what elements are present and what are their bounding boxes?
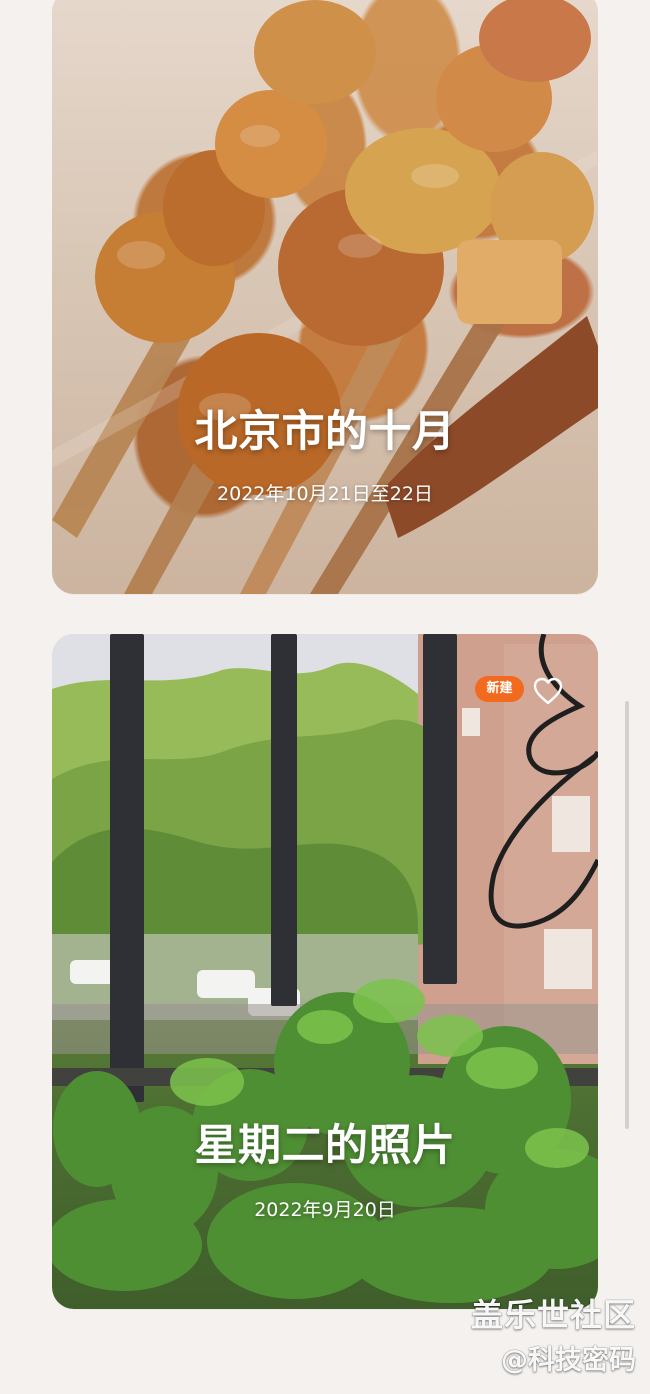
scrollbar[interactable]: [625, 701, 629, 1129]
memories-screen: 北京市的十月 2022年10月21日至22日 新建 星期二的照片 2022年9月…: [0, 0, 650, 1394]
memory-card-tuesday-photos[interactable]: 新建 星期二的照片 2022年9月20日: [52, 634, 598, 1309]
memory-card-date: 2022年10月21日至22日: [217, 483, 433, 505]
memory-card-title: 北京市的十月: [194, 407, 456, 457]
memory-card-october-beijing[interactable]: 北京市的十月 2022年10月21日至22日: [52, 0, 598, 594]
memory-card-date: 2022年9月20日: [254, 1199, 396, 1221]
new-badge: 新建: [475, 676, 524, 702]
watermark-sub: @科技密码: [501, 1345, 636, 1376]
memory-card-title: 星期二的照片: [194, 1121, 456, 1171]
heart-outline-icon[interactable]: [531, 674, 565, 708]
